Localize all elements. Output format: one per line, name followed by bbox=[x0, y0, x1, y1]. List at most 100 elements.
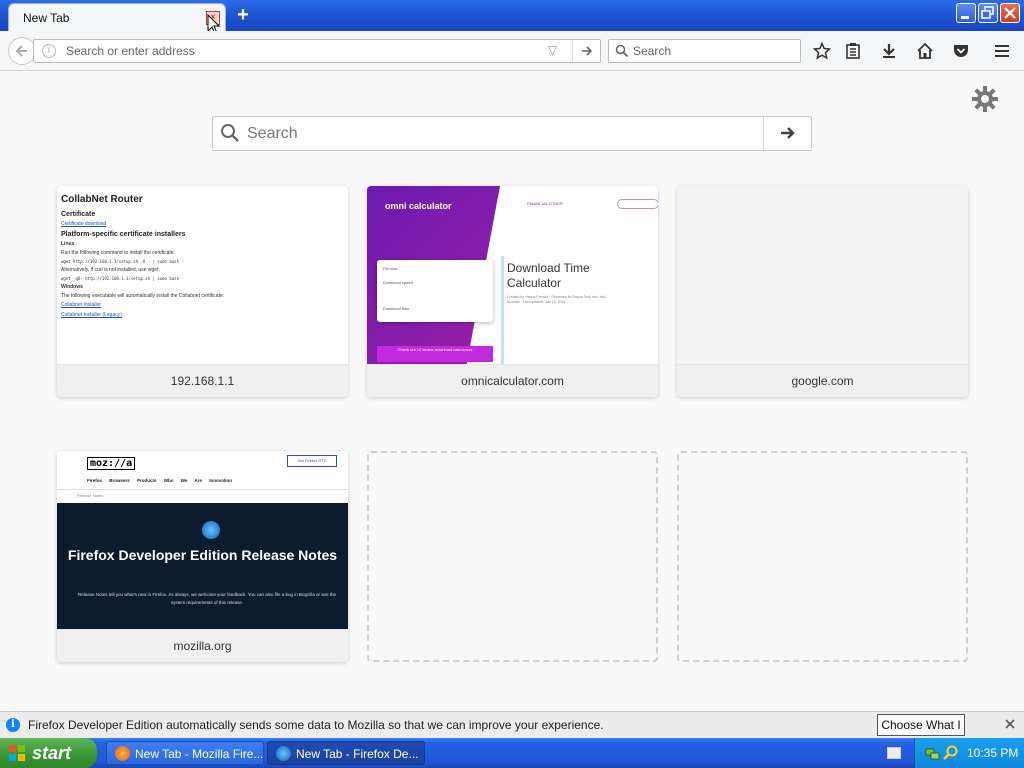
top-site-tile-omnicalculator[interactable]: omni calculator FINANCIAL OTHER File siz… bbox=[367, 186, 658, 397]
close-icon bbox=[1005, 719, 1015, 729]
thumb-logo: omni calculator bbox=[385, 201, 452, 211]
magnifier-icon bbox=[615, 44, 629, 58]
thumb-hero: Firefox Developer Edition Release Notes … bbox=[57, 503, 348, 629]
thumb-heading: Certificate bbox=[61, 211, 96, 218]
new-tab-page: CollabNet Router Certificate Certificate… bbox=[0, 71, 1024, 711]
newtab-search-box[interactable] bbox=[212, 116, 812, 151]
thumb-text: The following executable will automatica… bbox=[61, 293, 225, 299]
bookmarks-menu-button[interactable] bbox=[841, 39, 865, 63]
go-button[interactable] bbox=[572, 40, 600, 62]
search-bar[interactable] bbox=[608, 39, 801, 63]
tile-thumbnail: CollabNet Router Certificate Certificate… bbox=[57, 186, 348, 364]
close-icon bbox=[1004, 7, 1016, 19]
tab-strip: New Tab × + bbox=[0, 0, 1024, 31]
minimize-button[interactable] bbox=[956, 3, 976, 23]
thumb-nav: FINANCIAL OTHER bbox=[527, 201, 563, 206]
restore-icon bbox=[981, 6, 994, 19]
top-site-tile-mozilla[interactable]: moz://a Get Firefox DTC Firefox Browsers… bbox=[57, 451, 348, 662]
tab-title: New Tab bbox=[23, 11, 70, 25]
thumb-link: Collabnet Installer bbox=[61, 302, 102, 308]
network-icon[interactable] bbox=[925, 745, 941, 761]
downloads-button[interactable] bbox=[877, 39, 901, 63]
thumb-code: wget http://192.168.1.1/setup.sh -O - | … bbox=[61, 259, 184, 264]
thumb-heading: Platform-specific certificate installers bbox=[61, 231, 186, 238]
thumb-link: Certificate download bbox=[61, 221, 107, 227]
close-notification-button[interactable] bbox=[1002, 716, 1018, 732]
tile-caption: mozilla.org bbox=[57, 629, 348, 662]
settings-button[interactable] bbox=[970, 85, 1000, 115]
thumb-page-title: Download Time Calculator bbox=[507, 261, 590, 290]
star-icon bbox=[812, 41, 832, 60]
top-site-tile-192-168-1-1[interactable]: CollabNet Router Certificate Certificate… bbox=[57, 186, 348, 397]
tab-new-tab[interactable]: New Tab × bbox=[8, 3, 226, 31]
thumb-header: moz://a Get Firefox DTC Firefox Browsers… bbox=[57, 451, 348, 503]
thumb-subnav: Release Notes bbox=[57, 489, 348, 502]
clock: 10:35 PM bbox=[967, 746, 1019, 760]
thumb-hero-title: Firefox Developer Edition Release Notes bbox=[67, 547, 338, 563]
search-tray-icon[interactable] bbox=[943, 745, 959, 761]
navigation-toolbar: i ▽ bbox=[0, 31, 1024, 71]
tile-caption: omnicalculator.com bbox=[367, 364, 658, 397]
tile-caption: google.com bbox=[677, 364, 968, 397]
empty-tile-slot bbox=[677, 451, 968, 662]
hamburger-icon bbox=[995, 45, 1009, 57]
tile-thumbnail bbox=[677, 186, 968, 364]
arrow-right-icon bbox=[581, 46, 592, 56]
home-button[interactable] bbox=[913, 39, 937, 63]
thumb-text: Run the following command to install the… bbox=[61, 250, 175, 256]
menu-button[interactable] bbox=[990, 39, 1014, 63]
url-input[interactable] bbox=[66, 43, 536, 59]
restore-button[interactable] bbox=[978, 3, 998, 23]
thumb-download-button: Get Firefox DTC bbox=[287, 455, 337, 467]
thumb-subheading: Linux bbox=[61, 241, 75, 247]
bookmark-star-button[interactable] bbox=[810, 39, 834, 63]
thumb-title: CollabNet Router bbox=[61, 194, 143, 205]
thumb-field: Download time bbox=[383, 306, 410, 311]
newtab-search-input[interactable] bbox=[247, 124, 757, 144]
top-site-tile-google[interactable]: google.com bbox=[677, 186, 968, 397]
thumb-code: wget -qO- http://192.168.1.1/setup.sh | … bbox=[61, 276, 184, 281]
keyboard-icon[interactable] bbox=[887, 747, 901, 759]
windows-flag-icon bbox=[8, 744, 26, 762]
choose-what-i-share-button[interactable]: Choose What I Share bbox=[877, 714, 965, 752]
taskbar-item-new-tab-firefox-dev[interactable]: New Tab - Firefox De... bbox=[267, 741, 425, 765]
firefox-developer-icon bbox=[276, 746, 291, 761]
start-label: start bbox=[32, 743, 72, 763]
tile-thumbnail: omni calculator FINANCIAL OTHER File siz… bbox=[367, 186, 658, 364]
info-icon: i bbox=[6, 718, 20, 732]
pocket-icon bbox=[954, 45, 968, 57]
new-tab-button[interactable]: + bbox=[233, 5, 253, 25]
system-tray: 10:35 PM bbox=[914, 738, 1024, 768]
start-button[interactable]: start bbox=[0, 738, 97, 768]
download-icon bbox=[883, 44, 895, 58]
minimize-icon bbox=[961, 16, 969, 19]
thumb-menu: Firefox Browsers Products Who We Are Inn… bbox=[87, 478, 233, 483]
thumb-link: Collabnet Installer (Legacy) bbox=[61, 312, 122, 318]
home-icon bbox=[917, 42, 933, 59]
thumb-ad: Check out 12 similar download calculator… bbox=[377, 346, 493, 362]
tile-thumbnail: moz://a Get Firefox DTC Firefox Browsers… bbox=[57, 451, 348, 629]
arrow-left-icon bbox=[15, 45, 27, 57]
url-dropdown-icon[interactable]: ▽ bbox=[548, 43, 557, 57]
gear-icon bbox=[972, 86, 998, 112]
back-button[interactable] bbox=[8, 37, 36, 65]
url-bar[interactable]: i ▽ bbox=[33, 39, 601, 63]
thumb-meta: Created by Hanna Pamula · Reviewed by Bo… bbox=[507, 295, 607, 304]
taskbar-item-new-tab-mozilla[interactable]: New Tab - Mozilla Fire... bbox=[106, 741, 264, 765]
notification-message: Firefox Developer Edition automatically … bbox=[28, 718, 604, 732]
firefox-icon bbox=[115, 746, 130, 761]
empty-tile-slot bbox=[367, 451, 658, 662]
close-window-button[interactable] bbox=[1000, 3, 1020, 23]
pocket-button[interactable] bbox=[949, 39, 973, 63]
thumb-logo: moz://a bbox=[87, 457, 136, 470]
thumb-calculator-card: File size Download speed Download time bbox=[377, 260, 493, 322]
taskbar-item-label: New Tab - Firefox De... bbox=[296, 747, 419, 761]
search-bar-input[interactable] bbox=[633, 43, 793, 59]
info-icon[interactable]: i bbox=[42, 44, 56, 58]
magnifier-icon bbox=[221, 124, 239, 142]
newtab-search-submit-button[interactable] bbox=[763, 117, 811, 150]
bookmarks-icon bbox=[846, 43, 860, 59]
thumb-hero-body: Release Notes tell you what's new in Fir… bbox=[78, 592, 336, 605]
data-collection-notification: i Firefox Developer Edition automaticall… bbox=[0, 711, 1024, 752]
tile-caption: 192.168.1.1 bbox=[57, 364, 348, 397]
